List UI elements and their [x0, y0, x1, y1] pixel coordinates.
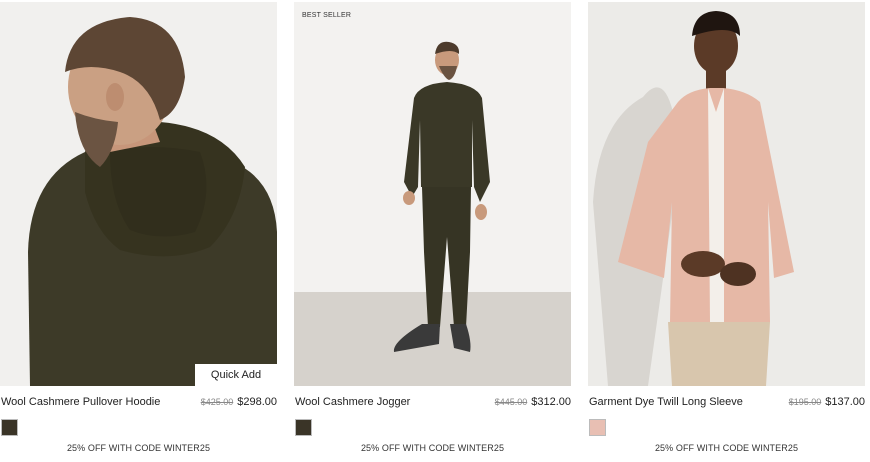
product-price: $195.00 $137.00: [789, 396, 865, 408]
promo-text: 25% OFF WITH CODE WINTER25: [360, 443, 505, 453]
sale-price: $312.00: [531, 396, 571, 408]
product-name[interactable]: Wool Cashmere Jogger: [295, 396, 410, 408]
product-info: Wool Cashmere Pullover Hoodie $425.00 $29…: [0, 394, 277, 412]
product-photo: [588, 2, 865, 386]
color-swatch[interactable]: [295, 419, 312, 436]
product-photo: [294, 2, 571, 386]
product-info: Garment Dye Twill Long Sleeve $195.00 $13…: [588, 394, 865, 412]
product-card[interactable]: Quick Add Wool Cashmere Pullover Hoodie …: [0, 0, 277, 462]
sale-price: $298.00: [237, 396, 277, 408]
product-badge: BEST SELLER: [302, 12, 352, 19]
product-info: Wool Cashmere Jogger $445.00 $312.00: [294, 394, 571, 412]
sale-price: $137.00: [825, 396, 865, 408]
product-name[interactable]: Garment Dye Twill Long Sleeve: [589, 396, 743, 408]
promo-text: 25% OFF WITH CODE WINTER25: [66, 443, 211, 453]
promo-text: 25% OFF WITH CODE WINTER25: [654, 443, 799, 453]
product-price: $425.00 $298.00: [201, 396, 277, 408]
color-swatch[interactable]: [1, 419, 18, 436]
original-price: $425.00: [200, 397, 234, 407]
product-grid: Quick Add Wool Cashmere Pullover Hoodie …: [0, 0, 870, 462]
color-swatch[interactable]: [589, 419, 606, 436]
product-photo: [0, 2, 277, 386]
original-price: $195.00: [788, 397, 822, 407]
original-price: $445.00: [494, 397, 528, 407]
product-image[interactable]: BEST SELLER: [294, 2, 571, 386]
product-name[interactable]: Wool Cashmere Pullover Hoodie: [1, 396, 160, 408]
quick-add-button[interactable]: Quick Add: [195, 364, 277, 386]
product-card[interactable]: Garment Dye Twill Long Sleeve $195.00 $13…: [588, 0, 865, 462]
product-image[interactable]: Quick Add: [0, 2, 277, 386]
product-card[interactable]: BEST SELLER Wool Cashmere Jogger $445.00…: [294, 0, 571, 462]
product-price: $445.00 $312.00: [495, 396, 571, 408]
product-image[interactable]: [588, 2, 865, 386]
